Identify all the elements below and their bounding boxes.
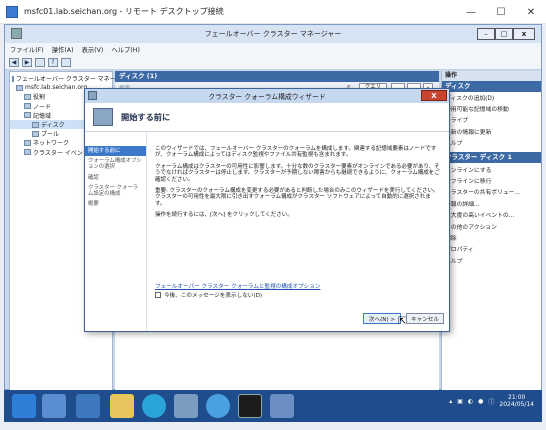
action-details[interactable]: 情報の詳細... (442, 198, 541, 209)
next-button[interactable]: 次へ(N) > (363, 313, 401, 324)
wizard-content: このウィザードでは、フェールオーバー クラスターのクォーラムを構成します。関連す… (155, 146, 441, 224)
menu-view[interactable]: 表示(V) (82, 45, 104, 54)
step-summary[interactable]: 概要 (85, 199, 146, 209)
wizard-paragraph: 重要: クラスターのクォーラム構成を変更する必要があると判断した場合のみこのウィ… (155, 188, 439, 207)
toolbar: ◀ ▶ ? (5, 56, 541, 70)
actions-section-cluster-disk[interactable]: クラスター ディスク 1 (442, 152, 541, 164)
disks-header: ディスク (1) (115, 71, 439, 82)
ie-icon[interactable] (206, 394, 230, 418)
wizard-paragraph: このウィザードでは、フェールオーバー クラスターのクォーラムを構成します。関連す… (155, 146, 437, 159)
fcm-titlebar: フェールオーバー クラスター マネージャー – □ x (5, 25, 541, 43)
start-button-icon[interactable] (12, 394, 36, 418)
step-select-option[interactable]: クォーラム構成オプションの選択 (85, 156, 146, 172)
wizard-title: クラスター クォーラム構成ウィザード (208, 93, 326, 101)
rdp-close-button[interactable]: ✕ (516, 0, 546, 24)
wizard-heading: 開始する前に (121, 112, 171, 122)
tree-item-root[interactable]: フェールオーバー クラスター マネージ (10, 74, 122, 83)
wizard-steps: 開始する前に クォーラム構成オプションの選択 確認 クラスター クォーラム設定の… (85, 132, 147, 331)
actions-pane: 操作 ディスク ディスクの追加(D) 使用可能な記憶域の移動 ドライブ 最新の情… (441, 71, 541, 391)
volume-tray-icon[interactable]: ◐ (468, 398, 473, 405)
step-configure[interactable]: クラスター クォーラム設定の構成 (85, 183, 146, 199)
menu-action[interactable]: 操作(A) (52, 45, 74, 54)
chevron-up-icon[interactable]: ▴ (449, 398, 452, 405)
powershell-icon[interactable] (76, 394, 100, 418)
clock-date: 2024/05/14 (499, 401, 534, 408)
action-help-2[interactable]: ヘルプ (442, 255, 541, 266)
disk-icon (32, 121, 39, 128)
events-icon (24, 149, 31, 156)
cluster-icon (16, 84, 23, 91)
wizard-paragraph: 操作を続行するには、[次へ] をクリックしてください。 (155, 212, 293, 219)
wizard-close-button[interactable]: X (421, 90, 447, 101)
rdp-app-icon (6, 5, 18, 18)
roles-icon (24, 93, 31, 100)
actions-section-disks[interactable]: ディスク (442, 80, 541, 92)
taskbar: ▴ ▣ ◐ ● ⓘ 21:00 2024/05/14 (4, 390, 542, 422)
action-bring-online[interactable]: オンラインにする (442, 163, 541, 174)
notification-tray-icon[interactable]: ● (478, 398, 483, 405)
cancel-button[interactable]: キャンセル (406, 313, 444, 324)
actions-header: 操作 (442, 71, 541, 81)
fcm-minimize-button[interactable]: – (477, 28, 495, 40)
action-take-offline[interactable]: オフラインに移行 (442, 175, 541, 186)
folder-icon[interactable] (35, 58, 45, 67)
fcm-maximize-button[interactable]: □ (495, 28, 513, 40)
network-icon (24, 139, 31, 146)
dont-show-checkbox[interactable] (155, 292, 161, 298)
action-critical-events[interactable]: 重大度の高いイベントの... (442, 209, 541, 220)
info-tray-icon[interactable]: ⓘ (488, 397, 494, 406)
quorum-options-link[interactable]: フェールオーバー クラスター クォーラムと監視の構成オプション (155, 282, 320, 290)
file-explorer-icon[interactable] (110, 394, 134, 418)
network-app-icon[interactable] (270, 394, 294, 418)
rdp-window-title: msfc01.lab.seichan.org - リモート デスクトップ接続 (24, 7, 224, 16)
server-manager-icon[interactable] (42, 394, 66, 418)
wizard-paragraph: クォーラム構成はクラスターの可用性に影響します。十分な数のクラスター要素がオンラ… (155, 163, 440, 183)
network-tray-icon[interactable]: ▣ (457, 398, 463, 405)
menu-file[interactable]: ファイル(F) (10, 45, 44, 54)
action-add-csv[interactable]: クラスターの共有ボリュー... (442, 186, 541, 197)
forward-arrow-icon[interactable]: ▶ (22, 58, 32, 67)
wizard-titlebar: クラスター クォーラム構成ウィザード X (85, 89, 449, 103)
help-icon[interactable]: ? (48, 58, 58, 67)
nodes-icon (24, 103, 31, 110)
menubar: ファイル(F) 操作(A) 表示(V) ヘルプ(H) (5, 43, 541, 56)
mouse-cursor-icon: ⇱ (398, 316, 407, 327)
action-more-actions[interactable]: その他のアクション (442, 220, 541, 231)
rdp-minimize-button[interactable]: — (456, 0, 486, 24)
rdp-maximize-button[interactable]: ☐ (486, 0, 516, 24)
failover-cluster-icon[interactable] (174, 394, 198, 418)
action-help[interactable]: ヘルプ (442, 137, 541, 148)
edge-icon[interactable] (142, 394, 166, 418)
cluster-icon (12, 75, 14, 82)
storage-icon (24, 112, 31, 119)
clock-time: 21:00 (508, 394, 526, 401)
step-confirm[interactable]: 確認 (85, 173, 146, 183)
fcm-title: フェールオーバー クラスター マネージャー (204, 30, 342, 38)
action-properties[interactable]: プロパティ (442, 243, 541, 254)
action-remove[interactable]: 削除 (442, 232, 541, 243)
menu-help[interactable]: ヘルプ(H) (111, 45, 140, 54)
quorum-wizard-dialog: クラスター クォーラム構成ウィザード X 開始する前に 開始する前に クォーラム… (84, 88, 450, 332)
panel-icon[interactable] (61, 58, 71, 67)
dont-show-again[interactable]: 今後、このメッセージを表示しない(D) (155, 291, 262, 299)
fcm-close-button[interactable]: x (513, 28, 535, 40)
system-tray: ▴ ▣ ◐ ● ⓘ 21:00 2024/05/14 (449, 394, 534, 408)
fcm-app-icon (11, 28, 22, 39)
step-before-you-begin[interactable]: 開始する前に (85, 146, 146, 157)
clock[interactable]: 21:00 2024/05/14 (499, 394, 534, 408)
back-arrow-icon[interactable]: ◀ (9, 58, 19, 67)
action-move-storage[interactable]: 使用可能な記憶域の移動 (442, 103, 541, 114)
rdp-titlebar: msfc01.lab.seichan.org - リモート デスクトップ接続 —… (0, 0, 546, 24)
wizard-header: 開始する前に (85, 103, 449, 132)
action-add-disk[interactable]: ディスクの追加(D) (442, 92, 541, 103)
wizard-header-icon (93, 108, 113, 126)
wizard-icon (88, 91, 97, 100)
pool-icon (32, 130, 39, 137)
action-refresh[interactable]: 最新の情報に更新 (442, 126, 541, 137)
cmd-icon[interactable] (238, 394, 262, 418)
action-drive[interactable]: ドライブ (442, 114, 541, 125)
dont-show-label: 今後、このメッセージを表示しない(D) (164, 293, 263, 299)
